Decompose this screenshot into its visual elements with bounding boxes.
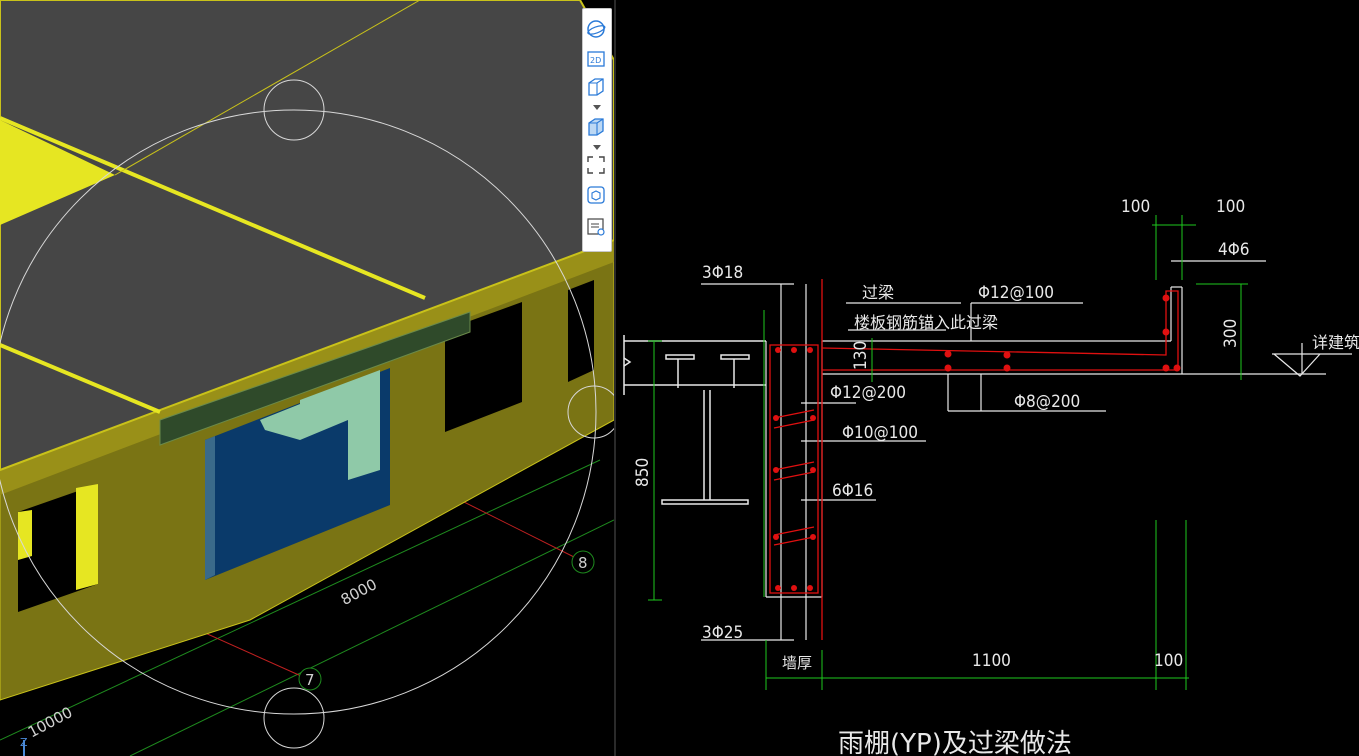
- zoom-extents-icon[interactable]: [586, 155, 608, 177]
- slab-anchor-label: 楼板钢筋锚入此过梁: [854, 313, 998, 332]
- axis-7-label: 7: [305, 671, 315, 689]
- stirrup-b-label: Φ10@100: [842, 423, 918, 443]
- slab-top-bars-label: Φ12@100: [978, 283, 1054, 303]
- dim-300: 300: [1221, 319, 1241, 348]
- beam-label: 过梁: [862, 283, 894, 302]
- wall-thickness-label: 墙厚: [782, 654, 812, 672]
- dim-1100: 1100: [972, 651, 1011, 671]
- side-bars-label: 6Φ16: [832, 481, 873, 501]
- see-arch-label: 详建筑: [1312, 333, 1359, 352]
- 3d-viewport[interactable]: 7 8 8000 10000 Z 2D: [0, 0, 614, 756]
- 2d-label: 2D: [590, 56, 601, 65]
- edge-bars-label: 4Φ6: [1218, 240, 1250, 260]
- dim-100-right: 100: [1216, 197, 1245, 217]
- cube-icon[interactable]: [586, 77, 608, 99]
- orbit-icon[interactable]: [586, 19, 608, 41]
- dimension-8000: 8000: [338, 575, 380, 609]
- display-settings-icon[interactable]: [586, 217, 608, 239]
- view-toolbar: 2D: [582, 8, 612, 252]
- chevron-down-icon[interactable]: [593, 105, 601, 111]
- dim-100-bottom: 100: [1154, 651, 1183, 671]
- dim-100-left: 100: [1121, 197, 1150, 217]
- slab-dist-bars-label: Φ8@200: [1014, 392, 1080, 412]
- cad-section-drawing: 3Φ18 3Φ25 过梁 楼板钢筋锚入此过梁 Φ12@100 Φ12@200 Φ…: [623, 197, 1359, 756]
- cube-shaded-icon[interactable]: [586, 117, 608, 139]
- stirrup-a-label: Φ12@200: [830, 383, 906, 403]
- drawing-title: 雨棚(YP)及过梁做法: [838, 729, 1072, 756]
- cad-drawing-view[interactable]: 3Φ18 3Φ25 过梁 楼板钢筋锚入此过梁 Φ12@100 Φ12@200 Φ…: [616, 0, 1359, 756]
- axis-8-label: 8: [578, 554, 588, 572]
- 3d-scene: 7 8 8000 10000 Z: [0, 0, 614, 756]
- view-cube-icon[interactable]: [586, 185, 608, 207]
- chevron-down-icon[interactable]: [593, 145, 601, 151]
- dim-850: 850: [633, 458, 653, 487]
- dimension-10000: 10000: [25, 703, 76, 741]
- dim-130: 130: [851, 341, 871, 370]
- 2d-view-icon[interactable]: 2D: [586, 49, 608, 71]
- bottom-bars-label: 3Φ25: [702, 623, 743, 643]
- top-bars-label: 3Φ18: [702, 263, 743, 283]
